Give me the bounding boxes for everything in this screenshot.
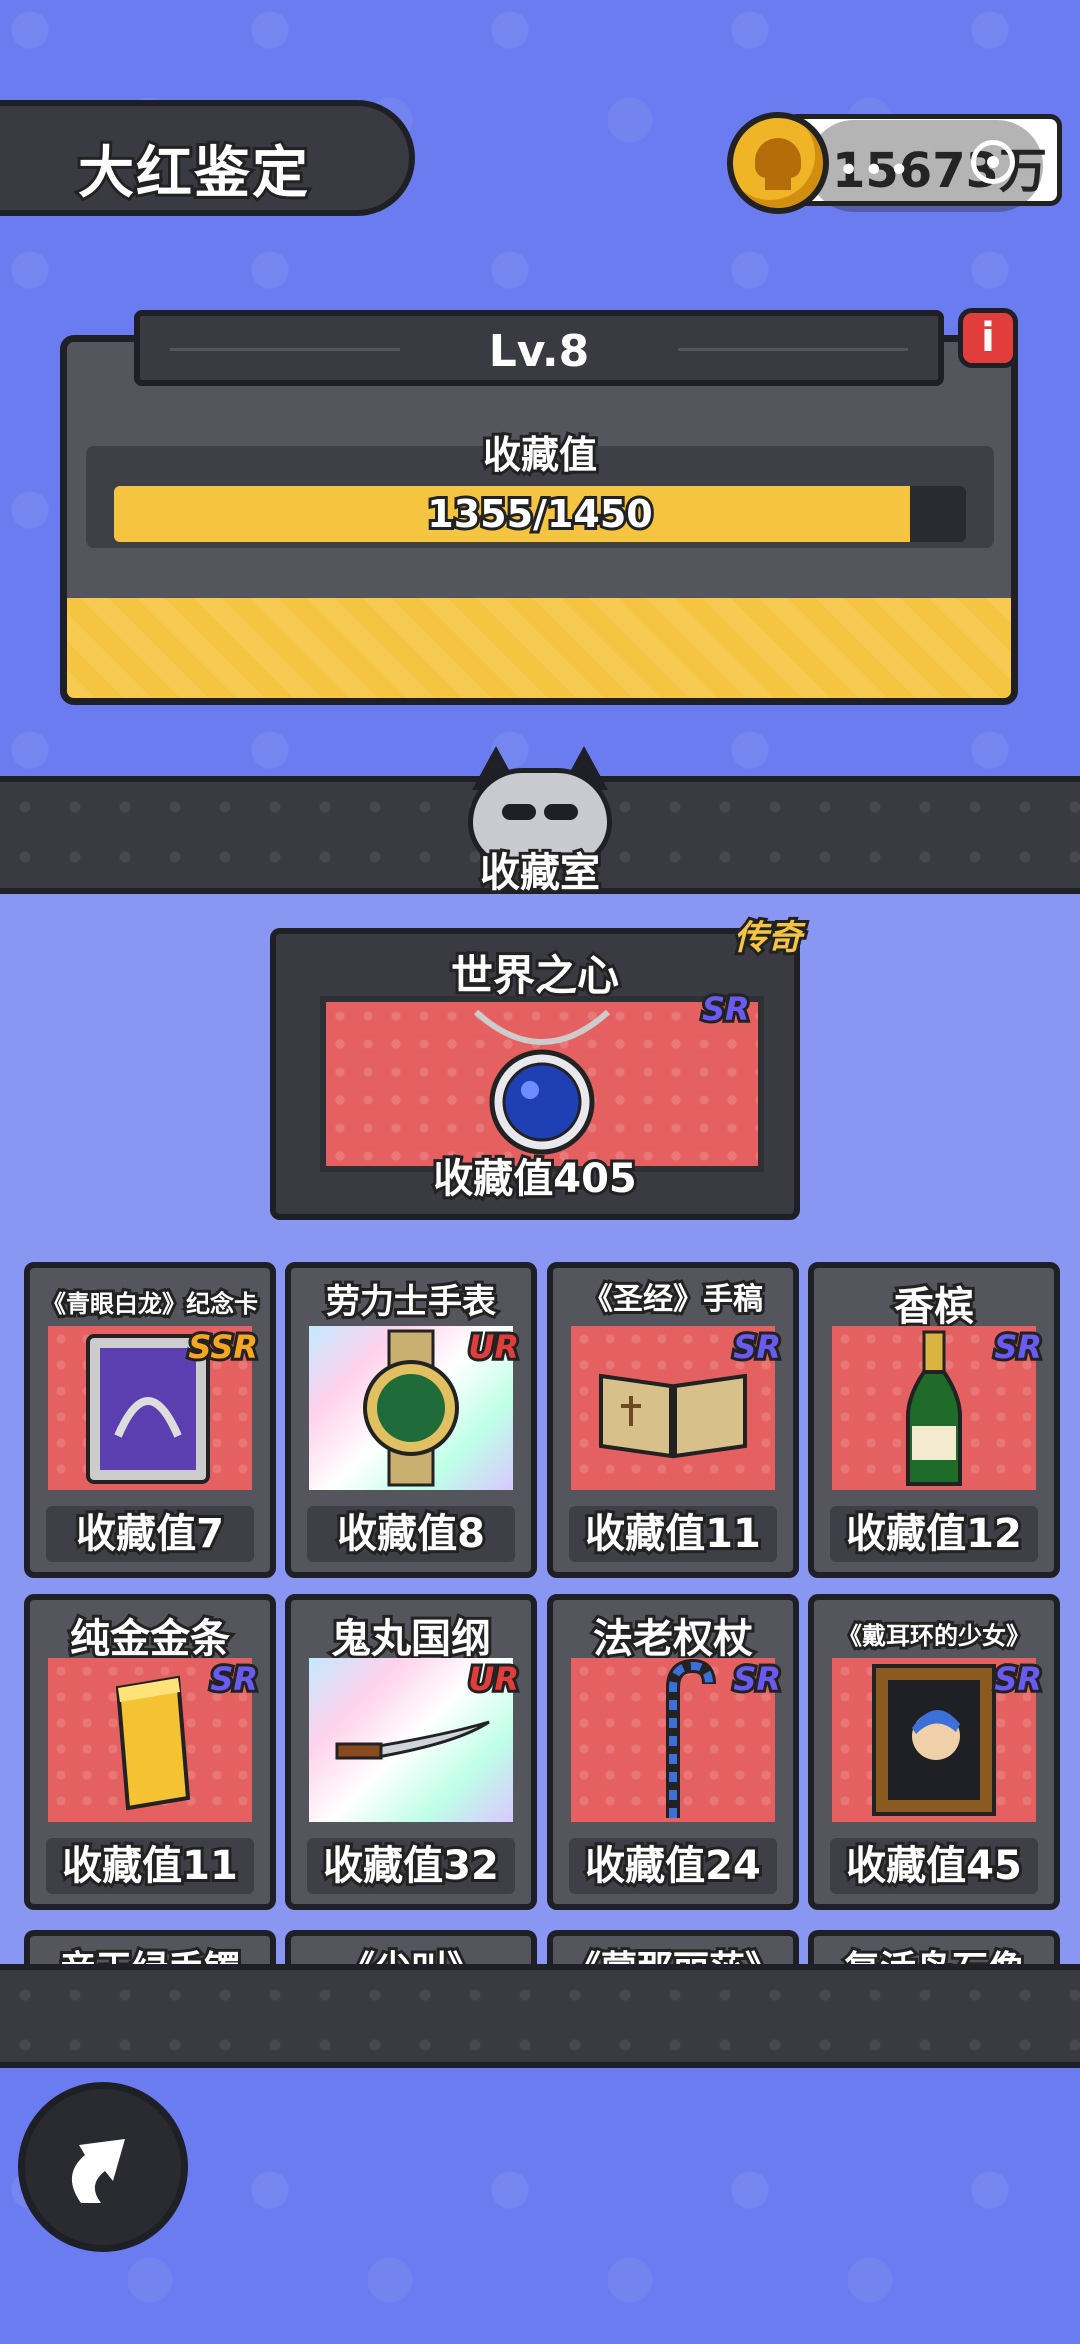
sapphire-necklace-icon [473,1009,611,1155]
featured-rarity-badge: SR [699,987,753,1031]
item-value: 收藏值24 [569,1838,777,1894]
item-name: 劳力士手表 [323,1279,499,1325]
item-value: 收藏值12 [830,1506,1038,1562]
item-name: 纯金金条 [67,1613,233,1665]
return-arrow-icon [71,2139,125,2203]
bottom-bar [0,1964,1080,2068]
progress-text: 1355/1450 [424,489,655,539]
item-value: 收藏值11 [46,1838,254,1894]
close-target-icon[interactable] [971,140,1015,184]
more-icon[interactable]: ••• [838,150,914,191]
level-label: Lv.8 [488,326,590,377]
rarity-badge: SSR [185,1325,261,1369]
room-title: 收藏室 [477,847,603,899]
title-pill: 大红鉴定 [0,100,415,216]
rarity-badge: UR [465,1325,522,1369]
legendary-tag: 传奇 [731,915,805,961]
item-value: 收藏值11 [569,1506,777,1562]
item-value: 收藏值45 [830,1838,1038,1894]
item-card-pharaoh-staff[interactable]: 法老权杖 SR 收藏值24 [547,1594,799,1910]
item-card-champagne[interactable]: 香槟 SR 收藏值12 [808,1262,1060,1578]
item-value: 收藏值32 [307,1838,515,1894]
rarity-badge: SR [991,1325,1045,1369]
coin-icon [727,112,829,214]
panel-yellow-footer [67,598,1011,698]
item-card-girl-earring[interactable]: 《戴耳环的少女》 SR 收藏值45 [808,1594,1060,1910]
item-card-bible[interactable]: 《圣经》手稿 SR 收藏值11 [547,1262,799,1578]
rarity-badge: SR [730,1657,784,1701]
item-card-blue-eyes[interactable]: 《青眼白龙》纪念卡 SSR 收藏值7 [24,1262,276,1578]
item-name: 鬼丸国纲 [328,1613,494,1665]
featured-item-value: 收藏值405 [430,1153,640,1205]
item-name: 香槟 [891,1281,977,1333]
item-value: 收藏值8 [307,1506,515,1562]
rarity-badge: SR [730,1325,784,1369]
rarity-badge: SR [207,1657,261,1701]
collection-progress-bar: 1355/1450 [114,486,966,542]
item-value: 收藏值7 [46,1506,254,1562]
level-header: Lv.8 [134,310,944,386]
info-icon[interactable]: i [958,308,1018,368]
item-name: 《戴耳环的少女》 [835,1619,1033,1653]
featured-item-card[interactable]: 世界之心 收藏值405 [270,928,800,1220]
collection-value-box: 收藏值 1355/1450 [86,430,994,548]
page-title: 大红鉴定 [75,138,311,209]
rarity-badge: UR [465,1657,522,1701]
collection-value-label: 收藏值 [480,430,600,480]
mini-program-capsule[interactable]: ••• [808,120,1043,212]
rarity-badge: SR [991,1657,1045,1701]
item-card-gold-bar[interactable]: 纯金金条 SR 收藏值11 [24,1594,276,1910]
back-button[interactable] [18,2082,188,2252]
item-name: 《青眼白龙》纪念卡 [39,1287,261,1321]
item-card-katana[interactable]: 鬼丸国纲 UR 收藏值32 [285,1594,537,1910]
item-name: 法老权杖 [590,1613,756,1665]
item-card-rolex[interactable]: 劳力士手表 UR 收藏值8 [285,1262,537,1578]
item-name: 《圣经》手稿 [580,1279,766,1320]
